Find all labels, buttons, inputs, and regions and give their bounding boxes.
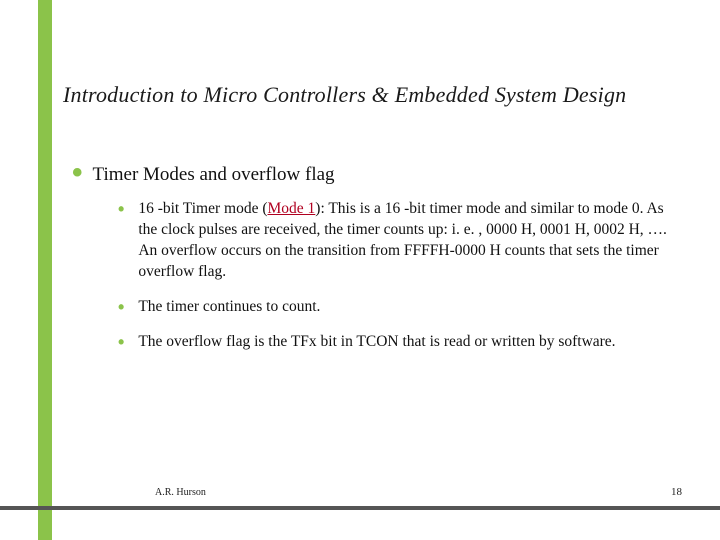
- b1-mode-highlight: Mode 1: [267, 200, 315, 217]
- bullet-icon: •: [118, 333, 124, 351]
- accent-bar-bottom: [0, 506, 720, 510]
- sub-bullet-2-text: The timer continues to count.: [138, 296, 668, 317]
- sub-bullet-1-text: 16 -bit Timer mode (Mode 1): This is a 1…: [138, 198, 668, 282]
- footer-page-number: 18: [671, 486, 682, 498]
- bullet-icon: •: [72, 162, 83, 184]
- sub-bullet-3: • The overflow flag is the TFx bit in TC…: [118, 331, 672, 352]
- slide-title: Introduction to Micro Controllers & Embe…: [63, 82, 626, 108]
- accent-bar-left: [38, 0, 52, 540]
- bullet-icon: •: [118, 298, 124, 316]
- sub-bullet-list: • 16 -bit Timer mode (Mode 1): This is a…: [118, 198, 672, 352]
- main-bullet-row: • Timer Modes and overflow flag: [72, 162, 672, 188]
- bullet-icon: •: [118, 200, 124, 218]
- b1-prefix: 16 -bit Timer mode (: [138, 200, 267, 217]
- main-bullet-text: Timer Modes and overflow flag: [93, 162, 335, 188]
- footer-author: A.R. Hurson: [155, 487, 206, 498]
- sub-bullet-1: • 16 -bit Timer mode (Mode 1): This is a…: [118, 198, 672, 282]
- sub-bullet-2: • The timer continues to count.: [118, 296, 672, 317]
- slide-content: • Timer Modes and overflow flag • 16 -bi…: [72, 162, 672, 366]
- sub-bullet-3-text: The overflow flag is the TFx bit in TCON…: [138, 331, 668, 352]
